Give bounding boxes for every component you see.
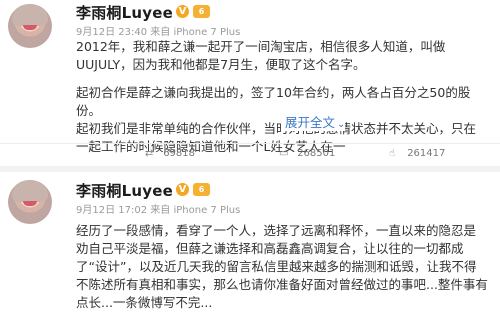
post-source: iPhone 7 Plus xyxy=(173,27,241,38)
expand-full-text-label: 展开全文 xyxy=(285,115,336,130)
post-actions: ⇄ 69818 ▭ 268501 ☝ 261417 xyxy=(0,143,500,164)
post-time[interactable]: 9月12日 23:40 xyxy=(76,27,147,38)
like-button[interactable]: ☝ 261417 xyxy=(389,148,445,162)
post-paragraph: 经历了一段感情，看穿了一个人，选择了远离和释怀，一直以来的隐忍是劝自己平淡是福，… xyxy=(76,223,488,310)
expand-full-text-link[interactable]: 展开全文 ⌄ xyxy=(281,112,346,131)
verified-icon: V xyxy=(176,5,189,18)
post-meta: 9月12日 23:40 来自 iPhone 7 Plus xyxy=(76,23,240,38)
weibo-post-2: 李雨桐Luyee V 6 9月12日 17:02 来自 iPhone 7 Plu… xyxy=(0,172,500,310)
post-source-prefix: 来自 xyxy=(150,205,171,216)
post-time[interactable]: 9月12日 17:02 xyxy=(76,205,147,216)
post-source: iPhone 7 Plus xyxy=(173,205,241,216)
post-paragraph: 2012年，我和薛之谦一起开了一间淘宝店，相信很多人知道，叫做UUJULY，因为… xyxy=(76,39,446,72)
vip-icon: 6 xyxy=(193,5,210,18)
comment-count: 268501 xyxy=(297,148,336,159)
author-name[interactable]: 李雨桐Luyee xyxy=(76,180,173,201)
like-count: 261417 xyxy=(407,148,446,159)
repost-icon: ⇄ xyxy=(145,148,154,159)
like-icon: ☝ xyxy=(389,148,396,159)
post-content: 2012年，我和薛之谦一起开了一间淘宝店，相信很多人知道，叫做UUJULY，因为… xyxy=(76,38,488,156)
chevron-down-icon: ⌄ xyxy=(337,119,346,130)
comment-button[interactable]: ▭ 268501 xyxy=(279,148,335,162)
author-name[interactable]: 李雨桐Luyee xyxy=(76,2,173,23)
post-source-prefix: 来自 xyxy=(150,27,171,38)
avatar[interactable] xyxy=(8,180,52,224)
repost-button[interactable]: ⇄ 69818 xyxy=(145,148,195,162)
repost-count: 69818 xyxy=(163,148,195,159)
vip-icon: 6 xyxy=(193,183,210,196)
post-meta: 9月12日 17:02 来自 iPhone 7 Plus xyxy=(76,201,240,216)
comment-icon: ▭ xyxy=(279,148,289,159)
avatar[interactable] xyxy=(8,4,52,48)
verified-icon: V xyxy=(176,183,189,196)
weibo-post-1: 李雨桐Luyee V 6 9月12日 23:40 来自 iPhone 7 Plu… xyxy=(0,0,500,172)
post-content: 经历了一段感情，看穿了一个人，选择了远离和释怀，一直以来的隐忍是劝自己平淡是福，… xyxy=(76,222,488,312)
